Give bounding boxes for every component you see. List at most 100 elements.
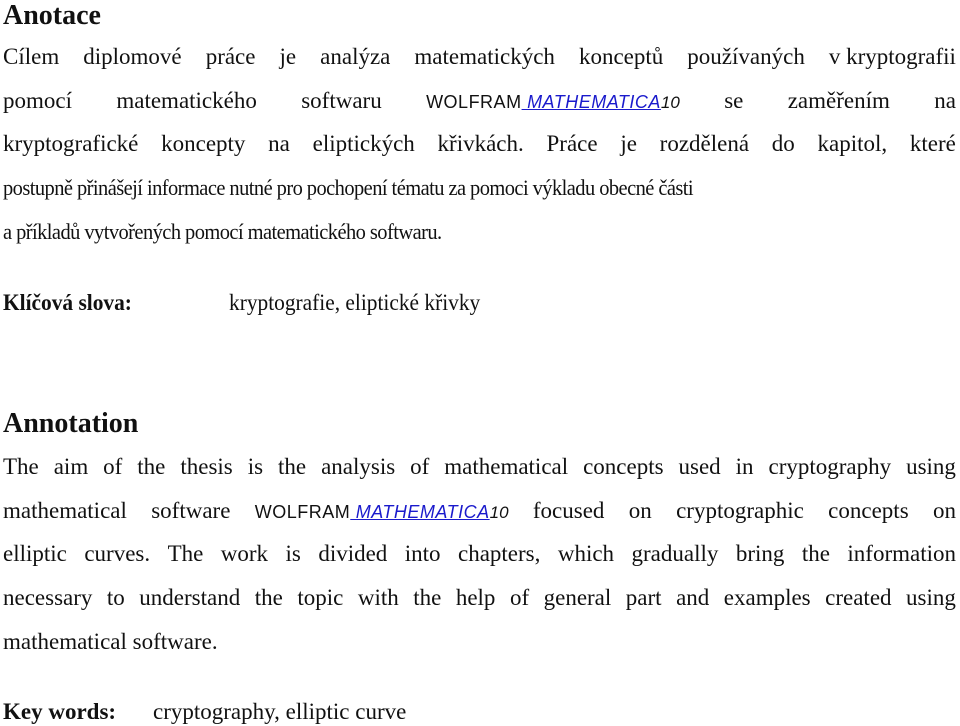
- word: diplomové: [83, 44, 182, 69]
- word: softwaru: [301, 88, 382, 113]
- word: created: [825, 585, 892, 610]
- word: na: [268, 131, 290, 156]
- word: of: [509, 585, 530, 610]
- word: of: [410, 454, 430, 479]
- word: thesis: [180, 454, 233, 479]
- word: topic: [297, 585, 344, 610]
- word: do: [771, 131, 795, 156]
- czech-keywords-value-row: kryptografie, eliptické křivky: [229, 289, 480, 317]
- word: on: [932, 498, 956, 523]
- word: na: [934, 88, 956, 113]
- word: křivkách.: [437, 131, 524, 156]
- word: Práce: [546, 131, 598, 156]
- word: curves.: [84, 541, 151, 566]
- word: the: [254, 585, 283, 610]
- word: kryptografické: [3, 131, 139, 156]
- english-paragraph-line-3: elliptic curves. The work is divided into chapt…: [3, 540, 956, 568]
- czech-paragraph-line-1: Cílem diplomové práce je analýza matematickýc…: [3, 43, 956, 71]
- word: kapitol,: [817, 131, 888, 156]
- word: and: [676, 585, 710, 610]
- word: concepts: [828, 498, 909, 523]
- czech-keywords: Klíčová slova:: [3, 289, 132, 317]
- line-text: a příkladů vytvořených pomocí matematick…: [3, 219, 442, 244]
- word: The: [3, 454, 39, 479]
- word: Cílem: [3, 44, 60, 69]
- word: necessary: [3, 585, 93, 610]
- word: chapters,: [458, 541, 541, 566]
- word: konceptů: [578, 44, 664, 69]
- word: pomocí: [3, 88, 72, 113]
- czech-paragraph-line-2: pomocí matematického softwaru WOLFRAM MA…: [3, 87, 956, 117]
- word: information: [847, 541, 956, 566]
- word: used: [678, 454, 721, 479]
- word: part: [625, 585, 662, 610]
- word: using: [906, 585, 956, 610]
- word: work: [220, 541, 269, 566]
- software-link[interactable]: MATHEMATICA: [522, 92, 661, 112]
- word: práce: [205, 44, 256, 69]
- word: je: [620, 131, 637, 156]
- word: cryptography: [768, 454, 892, 479]
- word: aim: [53, 454, 89, 479]
- word: gradually: [631, 541, 719, 566]
- word: rozdělená: [659, 131, 750, 156]
- word: the: [801, 541, 830, 566]
- word: general: [543, 585, 612, 610]
- word: mathematical: [3, 498, 127, 523]
- english-paragraph-line-1: The aim of the thesis is the analysis of mathemat…: [3, 453, 956, 481]
- word: analysis: [321, 454, 396, 479]
- word: v kryptografii: [828, 44, 956, 69]
- word: understand: [139, 585, 241, 610]
- english-heading: Annotation: [3, 408, 139, 439]
- word: zaměřením: [787, 88, 890, 113]
- software-brand: WOLFRAM: [254, 502, 351, 522]
- word: analýza: [320, 44, 391, 69]
- word: se: [724, 88, 744, 113]
- czech-paragraph-line-3: kryptografické koncepty na eliptických křivk…: [3, 130, 956, 158]
- word: bring: [735, 541, 785, 566]
- word: concepts: [583, 454, 664, 479]
- word: eliptických: [312, 131, 415, 156]
- word: koncepty: [161, 131, 246, 156]
- word: matematických: [414, 44, 555, 69]
- english-paragraph-line-5: mathematical software.: [3, 628, 956, 656]
- word: the: [278, 454, 307, 479]
- word: with: [357, 585, 399, 610]
- word: into: [404, 541, 441, 566]
- keywords-value: cryptography, elliptic curve: [153, 699, 407, 724]
- english-paragraph-line-4: necessary to understand the topic with the help…: [3, 584, 956, 612]
- word: mathematical: [444, 454, 569, 479]
- keywords-label: Key words:: [3, 699, 117, 724]
- word: help: [455, 585, 496, 610]
- word: to: [106, 585, 125, 610]
- word: focused: [532, 498, 605, 523]
- word: in: [735, 454, 754, 479]
- word: elliptic: [3, 541, 67, 566]
- word: software: [151, 498, 231, 523]
- word: které: [909, 131, 956, 156]
- word: divided: [318, 541, 388, 566]
- word: on: [628, 498, 652, 523]
- software-link[interactable]: MATHEMATICA: [350, 502, 489, 522]
- word: je: [279, 44, 297, 69]
- word: is: [285, 541, 301, 566]
- line-text: mathematical software.: [3, 629, 218, 654]
- word: používaných: [687, 44, 805, 69]
- word: matematického: [116, 88, 257, 113]
- word: cryptographic: [676, 498, 804, 523]
- word: the: [137, 454, 166, 479]
- software-name: WOLFRAM MATHEMATICA10: [426, 87, 680, 117]
- software-version: 10: [489, 503, 509, 522]
- line-text: postupně přinášejí informace nutné pro p…: [3, 175, 694, 200]
- word: of: [103, 454, 123, 479]
- czech-heading: Anotace: [3, 0, 101, 31]
- software-version: 10: [660, 93, 680, 112]
- word: The: [167, 541, 204, 566]
- english-keywords: Key words:: [3, 698, 116, 726]
- word: the: [413, 585, 442, 610]
- keywords-label: Klíčová slova:: [3, 290, 132, 315]
- czech-paragraph-line-4: postupně přinášejí informace nutné pro p…: [3, 174, 956, 202]
- word: is: [247, 454, 264, 479]
- software-name: WOLFRAM MATHEMATICA10: [255, 497, 509, 527]
- english-paragraph-line-2: mathematical software WOLFRAM MATHEMATIC…: [3, 497, 956, 527]
